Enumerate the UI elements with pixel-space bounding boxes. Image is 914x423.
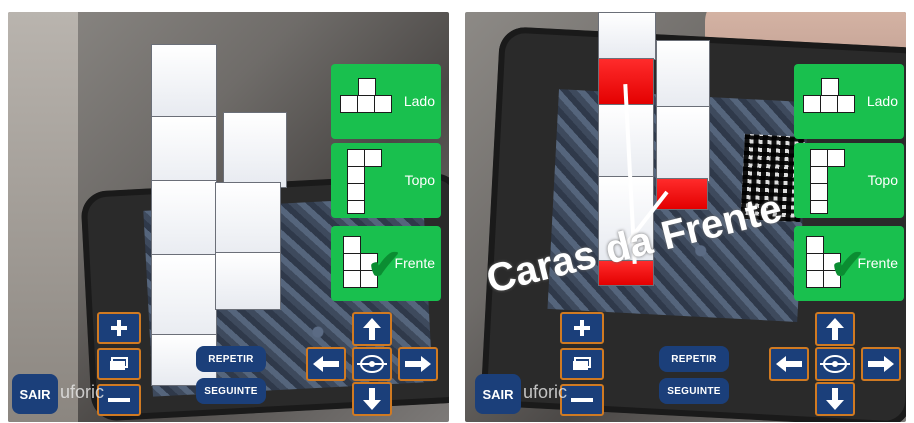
- cube: [215, 252, 281, 310]
- top-view-card[interactable]: Topo: [794, 143, 904, 218]
- top-view-label: Topo: [867, 172, 898, 188]
- layers-button[interactable]: [560, 348, 604, 380]
- view-block: [810, 183, 828, 201]
- brand-watermark: uforic: [523, 382, 568, 402]
- cube: [215, 182, 281, 262]
- view-block: [806, 270, 824, 288]
- view-block: [837, 95, 855, 113]
- view-block: [357, 95, 375, 113]
- view-block: [803, 95, 821, 113]
- side-view-label: Lado: [403, 93, 435, 109]
- arrow-down-icon: [826, 388, 844, 410]
- view-block: [364, 149, 382, 167]
- rotate-up-button[interactable]: [352, 312, 392, 346]
- side-view-card[interactable]: Lado: [331, 64, 441, 139]
- arrow-right-icon: [868, 356, 894, 372]
- view-block: [347, 149, 365, 167]
- view-block: [806, 253, 824, 271]
- view-block: [343, 270, 361, 288]
- rotate-down-button[interactable]: [352, 382, 392, 416]
- exit-button[interactable]: SAIR: [475, 374, 521, 414]
- side-view-label: Lado: [866, 93, 898, 109]
- view-block: [810, 166, 828, 184]
- top-view-card[interactable]: Topo: [331, 143, 441, 218]
- arrow-left-icon: [313, 356, 339, 372]
- ar-view-right: Caras da Frente Lado Topo ✔ Frente REPET…: [465, 12, 906, 422]
- view-block: [347, 200, 365, 214]
- cube: [151, 180, 217, 264]
- plus-icon: [111, 320, 127, 336]
- layers-button[interactable]: [97, 348, 141, 380]
- view-block: [810, 200, 828, 214]
- arrow-up-icon: [363, 318, 381, 340]
- zoom-in-button[interactable]: [560, 312, 604, 344]
- rotate-down-button[interactable]: [815, 382, 855, 416]
- center-reset-button[interactable]: [815, 347, 855, 381]
- cube: [598, 12, 656, 60]
- front-view-card[interactable]: ✔ Frente: [794, 226, 904, 301]
- view-block: [374, 95, 392, 113]
- view-block: [820, 95, 838, 113]
- wall-background: [8, 12, 78, 422]
- view-block: [343, 236, 361, 254]
- center-reset-button[interactable]: [352, 347, 392, 381]
- view-block: [343, 253, 361, 271]
- view-block: [347, 183, 365, 201]
- layers-icon: [110, 357, 128, 370]
- ar-view-left: Lado Topo ✔ Frente REPETIR SEGUINTE SAIR…: [8, 12, 449, 422]
- rotate-left-button[interactable]: [769, 347, 809, 381]
- exit-button[interactable]: SAIR: [12, 374, 58, 414]
- next-button[interactable]: SEGUINTE: [196, 378, 266, 404]
- target-icon: [357, 355, 387, 373]
- cube: [656, 106, 710, 182]
- rotate-left-button[interactable]: [306, 347, 346, 381]
- brand-watermark: uforic: [60, 382, 105, 402]
- arrow-right-icon: [405, 356, 431, 372]
- front-view-label: Frente: [857, 255, 898, 271]
- front-view-card[interactable]: ✔ Frente: [331, 226, 441, 301]
- target-icon: [820, 355, 850, 373]
- layers-icon: [573, 357, 591, 370]
- view-block: [358, 78, 376, 96]
- view-block: [821, 78, 839, 96]
- view-block: [806, 236, 824, 254]
- minus-icon: [108, 398, 130, 402]
- cube: [223, 112, 287, 188]
- next-button[interactable]: SEGUINTE: [659, 378, 729, 404]
- plus-icon: [574, 320, 590, 336]
- rotate-right-button[interactable]: [861, 347, 901, 381]
- repeat-button[interactable]: REPETIR: [196, 346, 266, 372]
- rotate-right-button[interactable]: [398, 347, 438, 381]
- zoom-in-button[interactable]: [97, 312, 141, 344]
- top-view-label: Topo: [404, 172, 435, 188]
- view-block: [810, 149, 828, 167]
- view-block: [827, 149, 845, 167]
- side-view-card[interactable]: Lado: [794, 64, 904, 139]
- cube: [151, 254, 217, 344]
- minus-icon: [571, 398, 593, 402]
- view-block: [340, 95, 358, 113]
- cube: [656, 40, 710, 110]
- rotate-up-button[interactable]: [815, 312, 855, 346]
- arrow-up-icon: [826, 318, 844, 340]
- view-block: [347, 166, 365, 184]
- front-view-label: Frente: [394, 255, 435, 271]
- arrow-down-icon: [363, 388, 381, 410]
- repeat-button[interactable]: REPETIR: [659, 346, 729, 372]
- arrow-left-icon: [776, 356, 802, 372]
- cube: [151, 44, 217, 119]
